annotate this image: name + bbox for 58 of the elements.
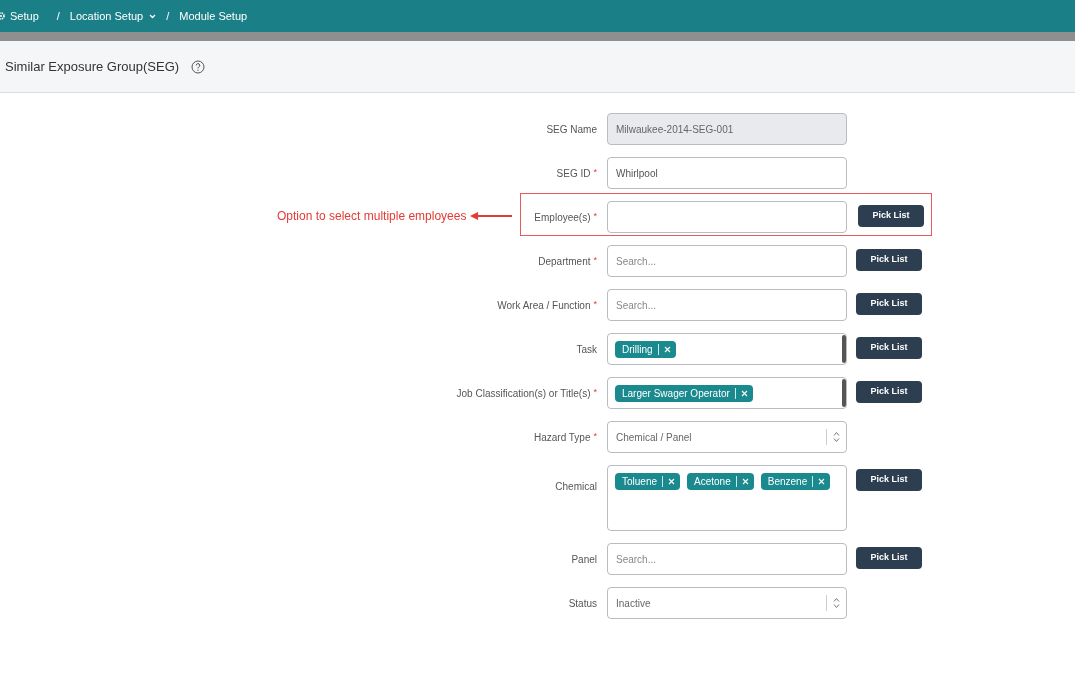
- field-label: Chemical: [555, 480, 597, 494]
- breadcrumb-link[interactable]: Setup: [0, 7, 39, 25]
- field-label: Hazard Type: [533, 430, 591, 445]
- input-field[interactable]: Search...: [607, 245, 847, 277]
- chevron-down-icon: [149, 13, 157, 19]
- field-label: Panel: [571, 552, 597, 567]
- scrollbar-thumb[interactable]: [842, 379, 846, 407]
- tag-chip[interactable]: Toluene: [615, 473, 681, 490]
- pick-list-button[interactable]: Pick List: [856, 547, 922, 569]
- field-label: Status: [568, 596, 597, 611]
- remove-icon[interactable]: [818, 478, 826, 485]
- field-label: Department: [538, 254, 591, 269]
- breadcrumb-dropdown[interactable]: Location Setup: [69, 7, 157, 25]
- annotation-text: Option to select multiple employees: [277, 208, 467, 225]
- field-label: Job Classification(s) or Title(s): [456, 386, 591, 401]
- pick-list-button[interactable]: Pick List: [858, 205, 924, 227]
- page-title: Similar Exposure Group(SEG): [5, 57, 180, 76]
- tag-chip[interactable]: Drilling: [615, 341, 676, 358]
- field-label: SEG Name: [546, 122, 597, 137]
- required-mark: *: [593, 166, 597, 180]
- chevron-up-down-icon: [833, 597, 840, 609]
- tag-field[interactable]: Toluene Acetone Benzene: [607, 465, 847, 531]
- breadcrumb-separator: /: [166, 8, 170, 24]
- arrow-icon: [470, 212, 512, 220]
- input-field[interactable]: [607, 201, 847, 233]
- required-mark: *: [593, 254, 597, 268]
- pick-list-button[interactable]: Pick List: [856, 381, 922, 403]
- required-mark: *: [593, 210, 597, 224]
- required-mark: *: [593, 298, 597, 312]
- input-field[interactable]: Search...: [607, 289, 847, 321]
- select-dropdown[interactable]: Inactive: [607, 587, 847, 619]
- remove-icon[interactable]: [668, 478, 676, 485]
- input-field[interactable]: Search...: [607, 543, 847, 575]
- remove-icon[interactable]: [740, 390, 748, 397]
- field-label: Work Area / Function: [497, 298, 591, 313]
- field-label: Task: [576, 342, 597, 357]
- required-mark: *: [593, 430, 597, 444]
- tag-field[interactable]: Larger Swager Operator: [607, 377, 847, 409]
- select-dropdown[interactable]: Chemical / Panel: [607, 421, 847, 453]
- pick-list-button[interactable]: Pick List: [856, 337, 922, 359]
- pick-list-button[interactable]: Pick List: [856, 469, 922, 491]
- tag-chip[interactable]: Benzene: [760, 473, 831, 490]
- breadcrumb-link[interactable]: Module Setup: [179, 7, 248, 25]
- tag-field[interactable]: Drilling: [607, 333, 847, 365]
- scrollbar-thumb[interactable]: [842, 335, 846, 363]
- input-field[interactable]: Whirlpool: [607, 157, 847, 189]
- help-icon[interactable]: [191, 59, 206, 74]
- chevron-up-down-icon: [833, 431, 840, 443]
- breadcrumb-separator: /: [56, 8, 60, 24]
- field-label: Employee(s): [534, 210, 591, 225]
- pick-list-button[interactable]: Pick List: [856, 249, 922, 271]
- pick-list-button[interactable]: Pick List: [856, 293, 922, 315]
- tag-chip[interactable]: Acetone: [687, 473, 754, 490]
- field-label: SEG ID: [556, 166, 591, 181]
- remove-icon[interactable]: [663, 346, 671, 353]
- tag-chip[interactable]: Larger Swager Operator: [615, 385, 753, 402]
- remove-icon[interactable]: [741, 478, 749, 485]
- required-mark: *: [593, 386, 597, 400]
